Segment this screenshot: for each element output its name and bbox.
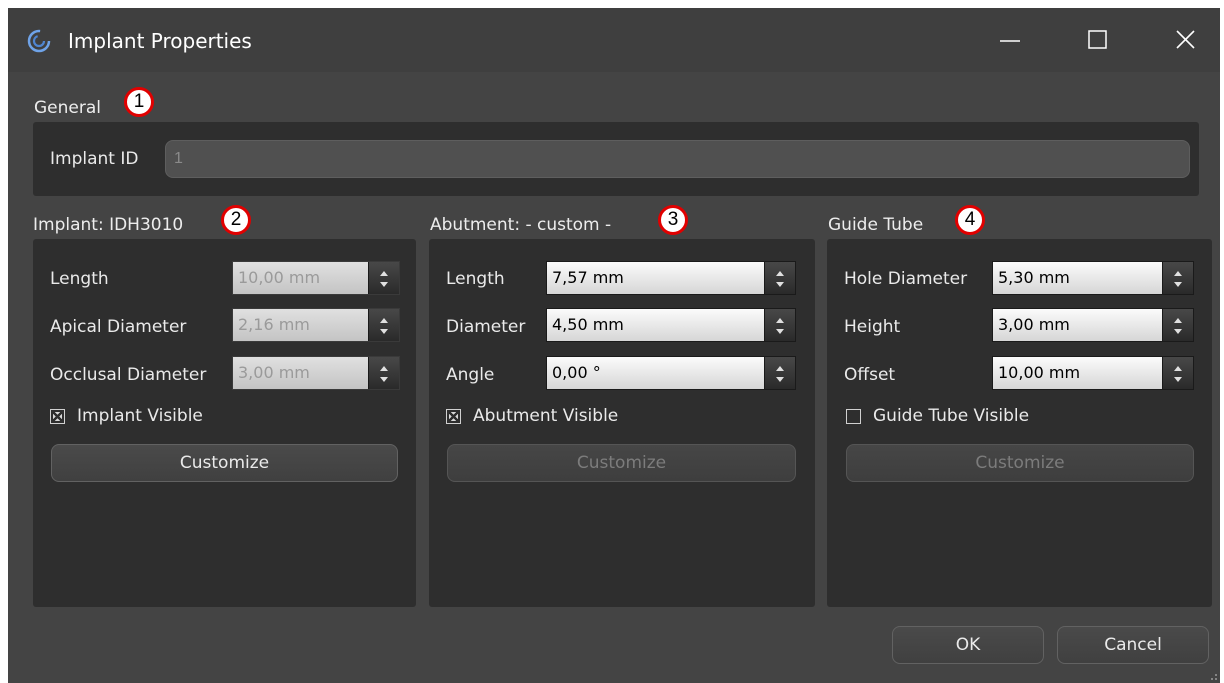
- spin-arrows[interactable]: [764, 309, 795, 341]
- occlusal-diameter-label: Occlusal Diameter: [50, 365, 207, 385]
- abutment-visible-label: Abutment Visible: [473, 406, 619, 426]
- spin-arrows-icon: [776, 271, 784, 287]
- hole-diameter-value[interactable]: 5,30 mm: [993, 262, 1162, 294]
- abutment-group-label: Abutment: - custom -: [430, 215, 612, 235]
- apical-diameter-label: Apical Diameter: [50, 317, 187, 337]
- implant-length-value: 10,00 mm: [233, 262, 368, 294]
- title-bar[interactable]: Implant Properties: [8, 8, 1220, 72]
- implant-properties-dialog: Implant Properties General 1 Implant ID …: [8, 8, 1220, 683]
- spin-arrows-icon: [380, 318, 388, 334]
- spin-arrows-icon: [1174, 366, 1182, 382]
- spin-arrows[interactable]: [764, 262, 795, 294]
- callout-badge-4: 4: [955, 205, 985, 235]
- abutment-length-value[interactable]: 7,57 mm: [547, 262, 764, 294]
- guide-offset-spinbox[interactable]: 10,00 mm: [992, 356, 1194, 390]
- spin-arrows[interactable]: [1162, 357, 1193, 389]
- spin-arrows[interactable]: [764, 357, 795, 389]
- abutment-length-label: Length: [446, 269, 505, 289]
- apical-diameter-value: 2,16 mm: [233, 309, 368, 341]
- spin-arrows[interactable]: [368, 309, 399, 341]
- spin-arrows-icon: [1174, 318, 1182, 334]
- general-group-label: General: [34, 98, 101, 118]
- spin-arrows-icon: [776, 318, 784, 334]
- hole-diameter-label: Hole Diameter: [844, 269, 968, 289]
- spin-arrows-icon: [380, 366, 388, 382]
- callout-badge-1: 1: [124, 87, 154, 117]
- cancel-button[interactable]: Cancel: [1057, 626, 1209, 664]
- spin-arrows-icon: [1174, 271, 1182, 287]
- occlusal-diameter-value: 3,00 mm: [233, 357, 368, 389]
- spin-arrows[interactable]: [1162, 262, 1193, 294]
- implant-group-label: Implant: IDH3010: [33, 215, 184, 235]
- hole-diameter-spinbox[interactable]: 5,30 mm: [992, 261, 1194, 295]
- guide-offset-label: Offset: [844, 365, 896, 385]
- implant-length-spinbox[interactable]: 10,00 mm: [232, 261, 400, 295]
- implant-visible-checkbox[interactable]: [50, 408, 65, 424]
- guide-height-spinbox[interactable]: 3,00 mm: [992, 308, 1194, 342]
- guide-tube-visible-checkbox[interactable]: [846, 408, 861, 424]
- abutment-angle-value[interactable]: 0,00 °: [547, 357, 764, 389]
- implant-visible-row[interactable]: Implant Visible: [50, 406, 203, 426]
- minimize-icon: [1000, 40, 1020, 42]
- abutment-angle-label: Angle: [446, 365, 495, 385]
- abutment-diameter-value[interactable]: 4,50 mm: [547, 309, 764, 341]
- maximize-icon: [1088, 30, 1107, 49]
- implant-visible-label: Implant Visible: [77, 406, 203, 426]
- spin-arrows[interactable]: [1162, 309, 1193, 341]
- occlusal-diameter-spinbox[interactable]: 3,00 mm: [232, 356, 400, 390]
- guide-height-value[interactable]: 3,00 mm: [993, 309, 1162, 341]
- window-title: Implant Properties: [68, 29, 252, 53]
- spin-arrows-icon: [776, 366, 784, 382]
- abutment-customize-button[interactable]: Customize: [447, 444, 796, 482]
- resize-grip-icon[interactable]: [1206, 669, 1218, 681]
- close-icon: [1176, 30, 1195, 49]
- implant-id-label: Implant ID: [50, 149, 139, 169]
- guide-height-label: Height: [844, 317, 901, 337]
- guide-tube-visible-row[interactable]: Guide Tube Visible: [846, 406, 1029, 426]
- guide-offset-value[interactable]: 10,00 mm: [993, 357, 1162, 389]
- close-button[interactable]: [1166, 22, 1206, 58]
- spin-arrows[interactable]: [368, 262, 399, 294]
- minimize-button[interactable]: [990, 22, 1030, 58]
- apical-diameter-spinbox[interactable]: 2,16 mm: [232, 308, 400, 342]
- maximize-button[interactable]: [1078, 22, 1118, 58]
- abutment-length-spinbox[interactable]: 7,57 mm: [546, 261, 796, 295]
- implant-id-input[interactable]: 1: [165, 140, 1190, 178]
- callout-badge-3: 3: [658, 205, 688, 235]
- spin-arrows[interactable]: [368, 357, 399, 389]
- implant-customize-button[interactable]: Customize: [51, 444, 398, 482]
- guide-tube-group-label: Guide Tube: [828, 215, 924, 235]
- callout-badge-2: 2: [221, 205, 251, 235]
- spin-arrows-icon: [380, 271, 388, 287]
- abutment-diameter-label: Diameter: [446, 317, 526, 337]
- abutment-visible-row[interactable]: Abutment Visible: [446, 406, 618, 426]
- implant-length-label: Length: [50, 269, 109, 289]
- abutment-visible-checkbox[interactable]: [446, 408, 461, 424]
- guide-tube-customize-button[interactable]: Customize: [846, 444, 1194, 482]
- abutment-angle-spinbox[interactable]: 0,00 °: [546, 356, 796, 390]
- ok-button[interactable]: OK: [892, 626, 1044, 664]
- abutment-diameter-spinbox[interactable]: 4,50 mm: [546, 308, 796, 342]
- swirl-icon: [27, 29, 51, 53]
- guide-tube-visible-label: Guide Tube Visible: [873, 406, 1030, 426]
